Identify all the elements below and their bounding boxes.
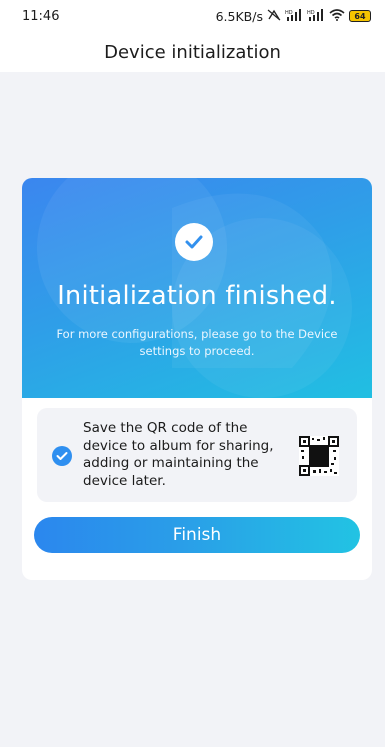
qr-code-icon bbox=[299, 436, 339, 476]
signal-hd-icon: HD bbox=[285, 8, 303, 24]
wifi-icon bbox=[329, 8, 345, 24]
signal-hd-icon: HD bbox=[307, 8, 325, 24]
page-header: Device initialization bbox=[0, 32, 385, 72]
success-banner: Initialization finished. For more config… bbox=[22, 178, 372, 398]
save-qr-option[interactable]: Save the QR code of the device to album … bbox=[37, 408, 357, 502]
status-icons: 6.5KB/s HD HD 64 bbox=[215, 8, 371, 24]
banner-title: Initialization finished. bbox=[57, 281, 337, 311]
banner-subtitle: For more configurations, please go to th… bbox=[56, 327, 338, 358]
battery-level: 64 bbox=[354, 11, 366, 21]
network-speed: 6.5KB/s bbox=[215, 8, 263, 24]
page-title: Device initialization bbox=[104, 41, 281, 63]
check-circle-icon bbox=[175, 223, 213, 261]
finish-button[interactable]: Finish bbox=[34, 517, 360, 553]
status-time: 11:46 bbox=[22, 8, 60, 24]
checkbox-checked-icon[interactable] bbox=[52, 446, 72, 466]
no-sync-icon bbox=[267, 9, 281, 24]
battery-icon: 64 bbox=[349, 10, 371, 22]
status-bar: 11:46 6.5KB/s HD HD 64 bbox=[0, 0, 385, 32]
save-qr-label: Save the QR code of the device to album … bbox=[83, 420, 274, 489]
initialization-card: Initialization finished. For more config… bbox=[22, 178, 372, 580]
